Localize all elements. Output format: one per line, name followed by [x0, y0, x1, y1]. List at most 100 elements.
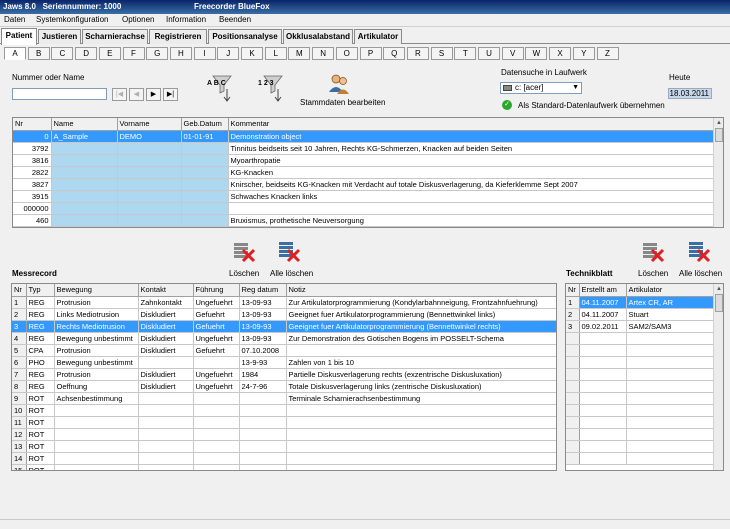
patient-col-header[interactable]: Geb.Datum [181, 118, 229, 131]
messrecord-col-header[interactable]: Bewegung [54, 284, 139, 297]
messrecord-row[interactable]: 12 ROT [12, 428, 556, 441]
nav-last-button[interactable]: ▶| [163, 88, 178, 101]
tab-justieren[interactable]: Justieren [38, 29, 81, 44]
patient-col-header[interactable]: Vorname [117, 118, 182, 131]
messrecord-row[interactable]: 11 ROT [12, 416, 556, 429]
letter-tab-p[interactable]: P [359, 47, 382, 60]
letter-tab-z[interactable]: Z [596, 47, 619, 60]
patient-row[interactable]: 460 Bruxismus, prothetische Neuversorgung [13, 214, 714, 227]
technikblatt-row[interactable]: 1 04.11.2007 Artex CR, AR [566, 296, 716, 309]
letter-tab-x[interactable]: X [549, 47, 572, 60]
patient-col-header[interactable]: Kommentar [228, 118, 714, 131]
patient-scrollbar[interactable]: ▲ [713, 118, 723, 227]
patient-row[interactable]: 3816 Myoarthropatie [13, 154, 714, 167]
technikblatt-col-header[interactable]: Artikulator [626, 284, 716, 297]
letter-tab-s[interactable]: S [430, 47, 453, 60]
letter-tab-m[interactable]: M [288, 47, 311, 60]
letter-tab-j[interactable]: J [217, 47, 240, 60]
patient-row[interactable]: 3792 Tinnitus beidseits seit 10 Jahren, R… [13, 142, 714, 155]
technikblatt-row[interactable]: 3 09.02.2011 SAM2/SAM3 [566, 320, 716, 333]
letter-tab-q[interactable]: Q [383, 47, 406, 60]
tb-delete-all-icon[interactable] [687, 240, 711, 266]
letter-tab-c[interactable]: C [51, 47, 74, 60]
tab-patient[interactable]: Patient [1, 28, 37, 45]
users-icon[interactable] [328, 73, 350, 95]
search-input[interactable] [12, 88, 107, 100]
letter-tab-l[interactable]: L [264, 47, 287, 60]
drive-select[interactable]: c: [acer] ▼ [500, 82, 582, 94]
tab-artikulator[interactable]: Artikulator [354, 29, 402, 44]
messrecord-row[interactable]: 6 PHO Bewegung unbestimmt 13-9-93 Zahlen von… [12, 356, 556, 369]
delete-button-label[interactable]: Löschen [229, 269, 259, 278]
letter-tab-w[interactable]: W [525, 47, 548, 60]
letter-tab-o[interactable]: O [335, 47, 358, 60]
messrecord-col-header[interactable]: Reg datum [239, 284, 287, 297]
technikblatt-scrollbar[interactable]: ▲ [713, 284, 723, 470]
patient-row[interactable]: 3915 Schwaches Knacken links [13, 190, 714, 203]
delete-all-button-label[interactable]: Alle löschen [270, 269, 313, 278]
patient-col-header[interactable]: Nr [13, 118, 52, 131]
letter-tab-k[interactable]: K [241, 47, 263, 60]
nav-first-button[interactable]: |◀ [112, 88, 127, 101]
default-drive-label[interactable]: Als Standard-Datenlaufwerk übernehmen [518, 101, 665, 110]
messrecord-col-header[interactable]: Typ [26, 284, 55, 297]
messrecord-row[interactable]: 7 REG Protrusion Diskludiert Ungefuehrt 1984 P… [12, 368, 556, 381]
letter-tab-e[interactable]: E [98, 47, 121, 60]
letter-tab-u[interactable]: U [478, 47, 500, 60]
menu-daten[interactable]: Daten [4, 15, 25, 24]
menu-optionen[interactable]: Optionen [122, 15, 154, 24]
messrecord-row[interactable]: 2 REG Links Mediotrusion Diskludiert Gefuehr… [12, 308, 556, 321]
technikblatt-col-header[interactable]: Nr [566, 284, 580, 297]
messrecord-row[interactable]: 1 REG Protrusion Zahnkontakt Ungefuehrt 13-09… [12, 296, 556, 309]
letter-tab-b[interactable]: B [27, 47, 50, 60]
messrecord-col-header[interactable]: Notiz [286, 284, 556, 297]
letter-tab-y[interactable]: Y [572, 47, 595, 60]
tab-registrieren[interactable]: Registrieren [149, 29, 207, 44]
menu-beenden[interactable]: Beenden [219, 15, 251, 24]
messrecord-row[interactable]: 4 REG Bewegung unbestimmt Diskludiert Ungefu… [12, 332, 556, 345]
patient-col-header[interactable]: Name [51, 118, 118, 131]
tab-positionsanalyse[interactable]: Positionsanalyse [208, 29, 282, 44]
messrecord-row[interactable]: 3 REG Rechts Mediotrusion Diskludiert Gefueh… [12, 320, 556, 333]
tb-delete-button-label[interactable]: Löschen [638, 269, 668, 278]
nav-next-button[interactable]: ▶ [146, 88, 161, 101]
letter-tab-t[interactable]: T [454, 47, 477, 60]
tb-delete-icon[interactable] [641, 240, 665, 266]
letter-tab-v[interactable]: V [501, 47, 524, 60]
messrecord-row[interactable]: 5 CPA Protrusion Diskludiert Gefuehrt 07.10.2… [12, 344, 556, 357]
letter-tab-h[interactable]: H [169, 47, 192, 60]
patient-row[interactable]: 000000 [13, 202, 714, 215]
letter-tab-r[interactable]: R [406, 47, 429, 60]
patient-row[interactable]: 2822 KG-Knacken [13, 166, 714, 179]
letter-tab-n[interactable]: N [312, 47, 335, 60]
tb-delete-all-button-label[interactable]: Alle löschen [679, 269, 722, 278]
tab-scharnierachse[interactable]: Scharnierachse [82, 29, 148, 44]
tab-okklusalabstand[interactable]: Okklusalabstand [283, 29, 353, 44]
technikblatt-row[interactable]: 2 04.11.2007 Stuart [566, 308, 716, 321]
stammdaten-button[interactable]: Stammdaten bearbeiten [300, 98, 385, 107]
messrecord-row[interactable]: 13 ROT [12, 440, 556, 453]
letter-tab-i[interactable]: I [193, 47, 216, 60]
letter-tab-g[interactable]: G [146, 47, 169, 60]
messrecord-row[interactable]: 14 ROT [12, 452, 556, 465]
messrecord-row[interactable]: 8 REG Oeffnung Diskludiert Ungefuehrt 24-7-96… [12, 380, 556, 393]
menu-systemkonfiguration[interactable]: Systemkonfiguration [36, 15, 108, 24]
nav-prev-button[interactable]: ◀ [129, 88, 144, 101]
letter-tab-d[interactable]: D [75, 47, 98, 60]
delete-all-icon[interactable] [277, 240, 301, 266]
messrecord-row[interactable]: 10 ROT [12, 404, 556, 417]
messrecord-col-header[interactable]: Nr [12, 284, 27, 297]
messrecord-col-header[interactable]: Führung [193, 284, 240, 297]
letter-tab-a[interactable]: A [4, 47, 26, 60]
messrecord-col-header[interactable]: Kontakt [138, 284, 194, 297]
delete-icon[interactable] [232, 240, 256, 266]
patient-row[interactable]: 0 A_Sample DEMO 01-01-91 Demonstration objec… [13, 130, 714, 143]
messrecord-row[interactable]: 9 ROT Achsenbestimmung Terminale Scharniera… [12, 392, 556, 405]
letter-tab-f[interactable]: F [122, 47, 145, 60]
menu-information[interactable]: Information [166, 15, 206, 24]
patient-row[interactable]: 3827 Knirscher, beidseits KG-Knacken mit … [13, 178, 714, 191]
messrecord-cell-fuehrung: Gefuehrt [193, 320, 240, 333]
technikblatt-col-header[interactable]: Erstellt am [579, 284, 627, 297]
check-icon[interactable]: ✓ [502, 100, 512, 110]
messrecord-row[interactable]: 15 ROT [12, 464, 556, 470]
